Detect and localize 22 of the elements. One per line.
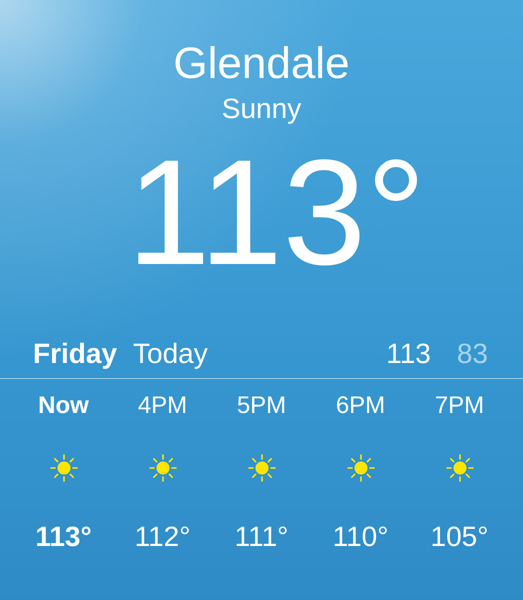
hour-label: 6PM [336, 391, 386, 421]
hour-temperature: 110° [332, 520, 388, 554]
sun-icon [444, 452, 476, 484]
current-temperature: 113° [126, 132, 426, 292]
hour-label: Now [38, 391, 89, 421]
hour-temperature: 105° [430, 520, 488, 554]
hour-label: 5PM [236, 391, 286, 421]
city-name: Glendale [173, 38, 350, 90]
hour-temperature: 111° [234, 520, 288, 554]
hour-temperature: 113° [35, 520, 92, 554]
hour-label: 7PM [434, 391, 484, 421]
sun-icon [246, 452, 278, 484]
hour-temperature: 112° [134, 520, 190, 554]
day-label: Today [133, 337, 208, 371]
low-temperature: 83 [456, 337, 488, 371]
sun-icon [146, 452, 178, 484]
sun-icon [344, 452, 376, 484]
day-name: Friday [33, 337, 118, 371]
weather-condition: Sunny [222, 92, 302, 126]
sun-icon [48, 452, 80, 484]
hour-label: 4PM [138, 391, 188, 421]
high-temperature: 113 [386, 337, 431, 371]
